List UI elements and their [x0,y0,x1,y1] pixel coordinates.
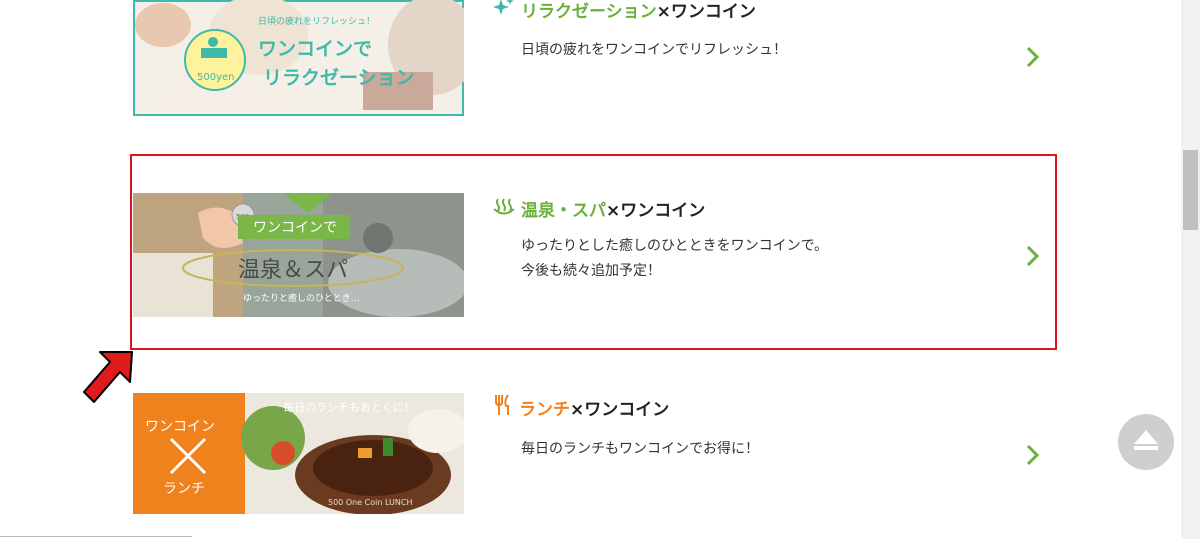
list-item-relaxation[interactable]: 500yen 日頃の疲れをリフレッシュ！ ワンコインで リラクゼーション リラク… [0,0,1180,120]
list-item-lunch[interactable]: ワンコイン ランチ 毎日のランチもおとくに！ 500 One Coin LUNC… [0,390,1180,530]
banner-left-bottom: ランチ [163,481,205,497]
back-to-top-button[interactable] [1118,414,1174,470]
scrollbar-thumb[interactable] [1183,150,1198,230]
banner-left-top: ワンコイン [145,419,215,435]
highlight-box [130,154,1057,350]
description-line: 日頃の疲れをワンコインでリフレッシュ！ [521,42,787,58]
fork-knife-icon [493,394,513,421]
svg-text:ワンコインで: ワンコインで [258,38,372,60]
divider [0,536,192,537]
title-suffix: ×ワンコイン [656,2,756,22]
title-suffix: ×ワンコイン [570,400,670,420]
chevron-right-icon[interactable] [1024,443,1042,467]
lunch-banner[interactable]: ワンコイン ランチ 毎日のランチもおとくに！ 500 One Coin LUNC… [133,393,464,514]
relaxation-title[interactable]: リラクゼーション×ワンコイン [493,0,756,22]
svg-text:リラクゼーション: リラクゼーション [263,66,415,89]
title-category: リラクゼーション [521,2,657,22]
badge-text: 500yen [197,72,235,83]
lunch-title[interactable]: ランチ×ワンコイン [493,394,669,421]
title-category: ランチ [519,400,570,420]
relaxation-description: 日頃の疲れをワンコインでリフレッシュ！ [521,38,787,63]
lunch-description: 毎日のランチもワンコインでお得に！ [521,437,759,462]
sparkle-icon [493,0,515,22]
chevron-right-icon[interactable] [1024,45,1042,69]
banner-arc-text: 毎日のランチもおとくに！ [283,401,415,414]
description-line: 毎日のランチもワンコインでお得に！ [521,441,759,457]
banner-plate-text: 500 One Coin LUNCH [328,498,412,507]
back-to-top-icon [1134,430,1158,450]
red-arrow-icon [83,351,133,403]
relaxation-banner[interactable]: 500yen 日頃の疲れをリフレッシュ！ ワンコインで リラクゼーション [133,0,464,116]
vertical-scrollbar[interactable] [1181,0,1200,539]
svg-text:日頃の疲れをリフレッシュ！: 日頃の疲れをリフレッシュ！ [258,15,375,27]
